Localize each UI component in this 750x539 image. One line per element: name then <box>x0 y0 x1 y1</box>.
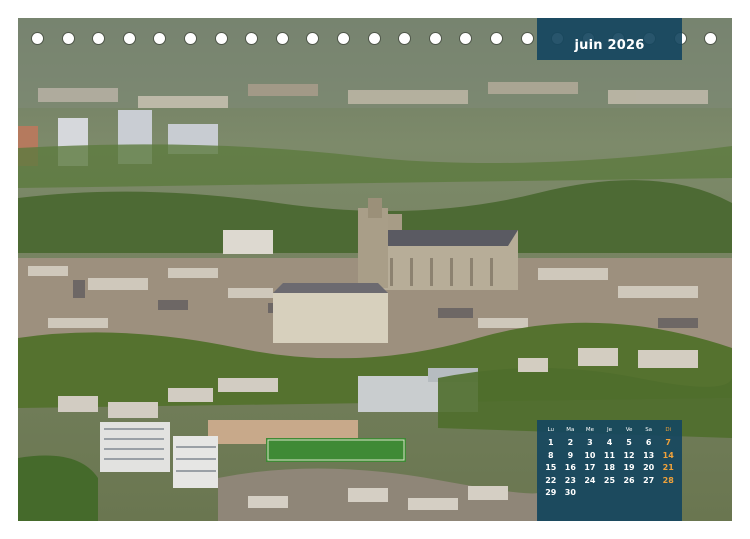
calendar-day: 23 <box>564 475 576 485</box>
calendar-page: juin 2026 Lu Ma Me Je Ve Sa Di 1 2 3 4 5 6 7 8 9 10 11 12 1… <box>0 0 750 539</box>
month-header: juin 2026 <box>537 18 682 60</box>
weekday-header: Sa <box>645 427 653 433</box>
binding-ring <box>705 33 717 44</box>
binding-ring <box>307 33 319 44</box>
binding-ring <box>276 33 288 44</box>
weekday-header: Ma <box>566 427 575 433</box>
weekday-header: Me <box>585 427 594 433</box>
calendar-day: 3 <box>587 438 593 447</box>
binding-ring <box>215 33 227 44</box>
binding-ring <box>246 33 258 44</box>
calendar-day: 15 <box>545 463 557 472</box>
calendar-day: 29 <box>545 488 557 497</box>
calendar-day: 8 <box>547 450 554 460</box>
calendar-day: 11 <box>603 450 616 460</box>
calendar-day: 18 <box>603 463 616 472</box>
weekday-header: Lu <box>547 427 555 433</box>
calendar-day: 9 <box>567 450 574 460</box>
binding-ring <box>338 33 349 44</box>
binding-ring <box>460 33 472 44</box>
calendar-day: 12 <box>623 450 635 460</box>
binding-ring <box>93 33 105 44</box>
binding-ring <box>368 33 380 44</box>
calendar-day: 26 <box>623 475 635 485</box>
calendar-day: 1 <box>547 438 554 447</box>
calendar-day: 5 <box>626 438 632 447</box>
calendar-day: 30 <box>564 488 576 497</box>
binding-ring <box>123 33 135 44</box>
calendar-day: 4 <box>606 438 613 447</box>
weekday-header: Di <box>665 427 672 433</box>
calendar-day: 13 <box>643 450 655 460</box>
calendar-grid: Lu Ma Me Je Ve Sa Di 1 2 3 4 5 6 7 8 9 10 11 12 13 14 15 16 17 1… <box>541 427 678 500</box>
binding-ring <box>32 33 43 44</box>
calendar-day: 28 <box>662 475 674 485</box>
calendar-day: 22 <box>545 475 557 485</box>
calendar-day: 16 <box>564 463 576 472</box>
calendar-day: 6 <box>645 438 652 447</box>
binding-ring <box>521 33 533 44</box>
weekday-header: Ve <box>625 427 633 433</box>
month-label: juin 2026 <box>574 38 645 53</box>
binding-ring <box>491 33 502 44</box>
weekday-header: Je <box>606 427 612 433</box>
binding-ring <box>399 33 411 44</box>
calendar-day: 25 <box>603 475 616 485</box>
binding-ring <box>185 33 196 44</box>
binding-ring <box>62 33 74 44</box>
calendar-day: 19 <box>623 463 635 472</box>
calendar-day: 14 <box>662 450 674 460</box>
calendar-day: 10 <box>584 450 596 460</box>
mini-calendar: Lu Ma Me Je Ve Sa Di 1 2 3 4 5 6 7 8 9 10 11 12 13 14 15 16 17 1… <box>537 420 682 521</box>
calendar-day: 20 <box>643 463 655 472</box>
calendar-day: 21 <box>662 463 674 472</box>
binding-ring <box>429 33 441 44</box>
calendar-day: 17 <box>584 463 596 472</box>
calendar-day: 27 <box>643 475 655 485</box>
calendar-day: 7 <box>665 438 671 447</box>
calendar-day: 2 <box>567 438 574 447</box>
calendar-day: 24 <box>584 475 596 485</box>
binding-ring <box>154 33 166 44</box>
